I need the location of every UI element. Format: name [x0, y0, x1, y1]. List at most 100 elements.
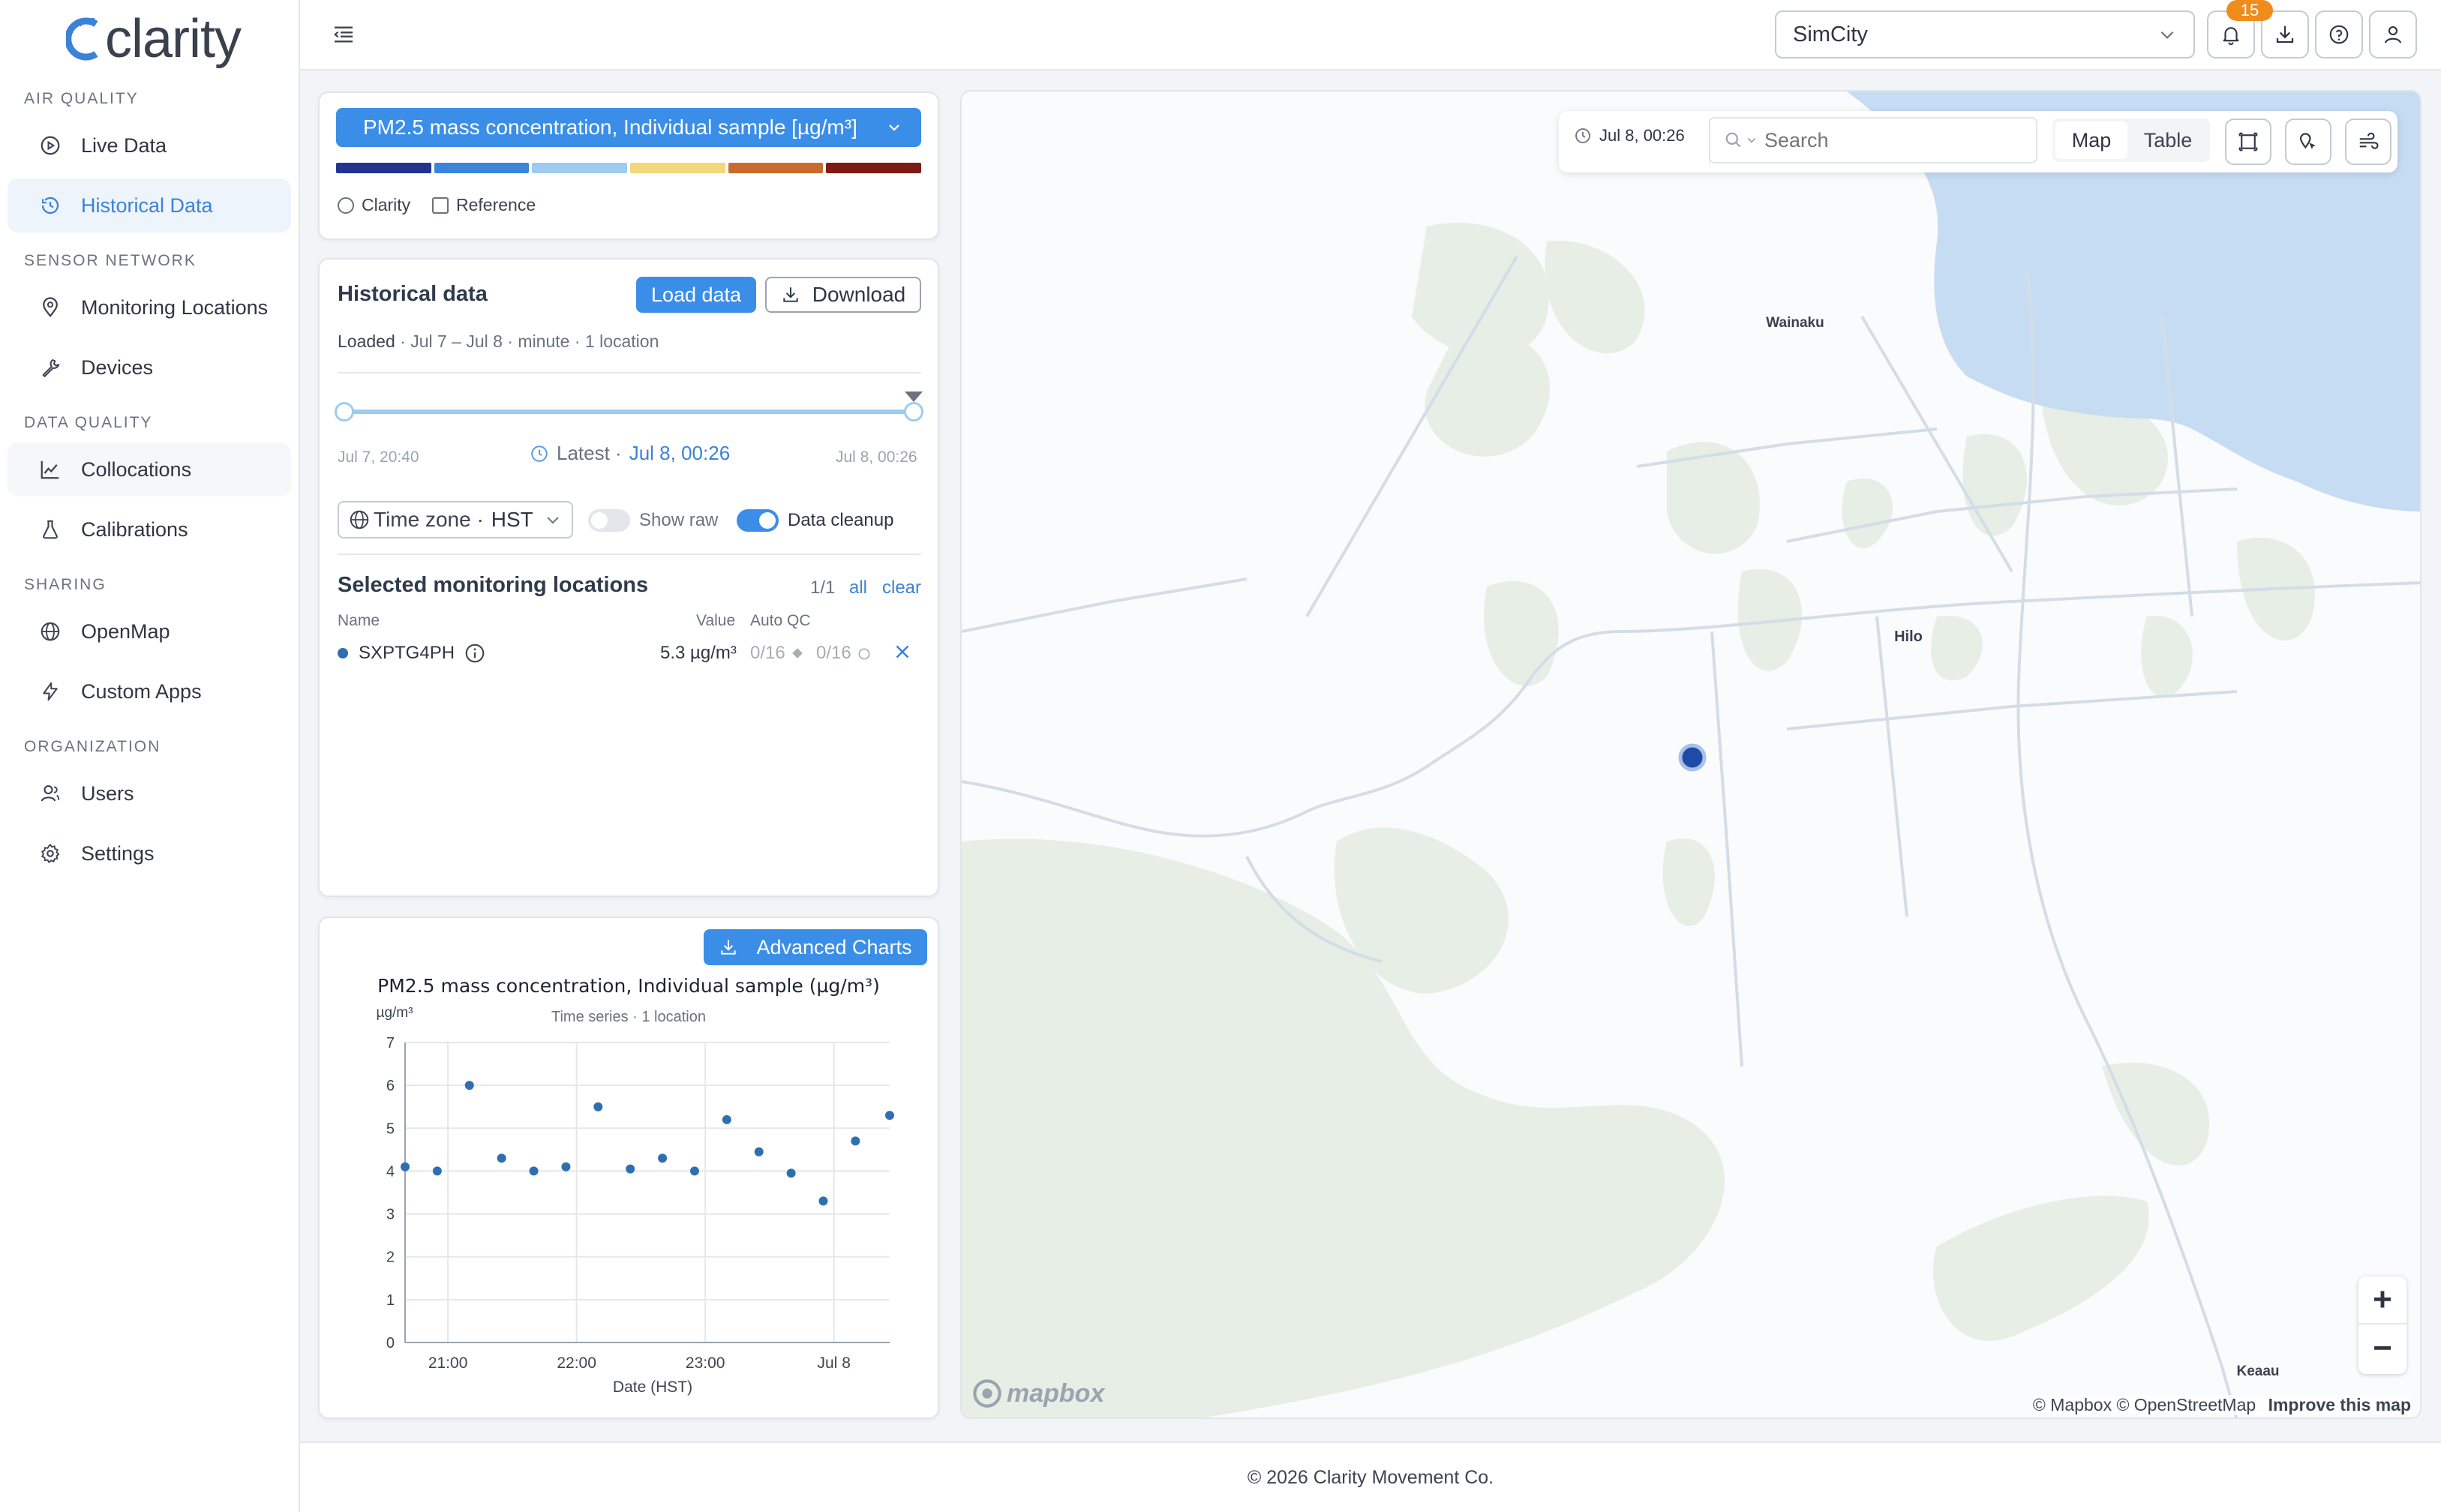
- help-circle-icon: [2329, 25, 2349, 44]
- sidebar-item-devices[interactable]: Devices: [8, 340, 291, 394]
- data-cleanup-label: Data cleanup: [788, 510, 894, 530]
- select-all-link[interactable]: all: [849, 578, 867, 598]
- source-reference-option[interactable]: Reference: [432, 195, 536, 215]
- menu-collapse-icon[interactable]: [332, 22, 356, 46]
- source-clarity-label: Clarity: [362, 195, 411, 214]
- users-icon: [41, 784, 60, 802]
- chart-data-point[interactable]: [851, 1136, 860, 1146]
- color-scale-segment: [728, 163, 824, 173]
- clarity-logo[interactable]: clarity: [66, 9, 242, 69]
- time-slider-track[interactable]: [344, 410, 914, 414]
- chart-data-point[interactable]: [497, 1154, 506, 1163]
- tab-table[interactable]: Table: [2129, 122, 2207, 159]
- place-label-wainaku: Wainaku: [1766, 315, 1824, 331]
- show-raw-toggle[interactable]: [588, 509, 630, 532]
- timezone-label: Time zone ·: [374, 508, 484, 531]
- timezone-value: HST: [491, 508, 533, 531]
- color-scale-segment: [826, 163, 922, 173]
- chart-data-point[interactable]: [626, 1164, 635, 1174]
- chart-data-point[interactable]: [885, 1111, 894, 1120]
- chart-y-tick-label: 6: [386, 1078, 395, 1094]
- metric-select[interactable]: PM2.5 mass concentration, Individual sam…: [336, 108, 921, 147]
- load-data-button[interactable]: Load data: [636, 277, 756, 313]
- color-scale-segment: [336, 163, 431, 173]
- chart-data-point[interactable]: [464, 1081, 474, 1090]
- data-cleanup-toggle[interactable]: [737, 509, 779, 532]
- zoom-in-button[interactable]: +: [2358, 1276, 2406, 1324]
- info-icon[interactable]: [464, 642, 486, 664]
- download-button[interactable]: Download: [765, 277, 921, 313]
- map-search-box[interactable]: [1709, 117, 2037, 164]
- chart-data-point[interactable]: [561, 1162, 571, 1172]
- sidebar-item-historical-data[interactable]: Historical Data: [8, 178, 291, 232]
- chart-data-point[interactable]: [722, 1114, 731, 1124]
- diamond-icon: [792, 648, 803, 658]
- zoom-out-button[interactable]: −: [2358, 1324, 2406, 1372]
- chart-data-point[interactable]: [818, 1196, 828, 1206]
- organization-select[interactable]: SimCity: [1775, 10, 2195, 58]
- chart-data-point[interactable]: [658, 1154, 668, 1163]
- map-canvas[interactable]: Wainaku Hilo Keaau: [962, 92, 2421, 1419]
- chart-data-point[interactable]: [689, 1166, 699, 1176]
- playhead-marker-icon: [905, 392, 923, 402]
- time-slider-start-handle[interactable]: [335, 402, 354, 422]
- account-button[interactable]: [2369, 10, 2417, 58]
- sidebar-item-live-data[interactable]: Live Data: [8, 118, 291, 172]
- show-raw-label: Show raw: [639, 510, 719, 530]
- wind-layers-icon: [2359, 132, 2379, 149]
- chart-y-tick-label: 5: [386, 1120, 395, 1137]
- improve-map-link[interactable]: Improve this map: [2268, 1395, 2411, 1414]
- chart-data-point[interactable]: [401, 1162, 410, 1172]
- sidebar-item-custom-apps[interactable]: Custom Apps: [8, 664, 291, 718]
- clock-icon: [1575, 128, 1590, 143]
- chart-data-point[interactable]: [432, 1166, 442, 1176]
- map-time-indicator[interactable]: Jul 8, 00:26: [1574, 126, 1685, 146]
- chart-data-point[interactable]: [529, 1166, 539, 1176]
- globe-icon: [350, 510, 369, 530]
- fit-bounds-button[interactable]: [2225, 118, 2271, 165]
- tab-map[interactable]: Map: [2055, 122, 2127, 159]
- place-label-hilo: Hilo: [1894, 628, 1923, 645]
- timezone-select[interactable]: Time zone · HST: [338, 501, 573, 538]
- clear-selection-link[interactable]: clear: [882, 578, 921, 598]
- load-status: Loaded: [338, 332, 395, 351]
- monitoring-location-marker[interactable]: [1678, 743, 1707, 772]
- chart-data-point[interactable]: [754, 1147, 764, 1156]
- sidebar-item-monitoring-locations[interactable]: Monitoring Locations: [8, 280, 291, 334]
- gear-icon: [41, 844, 60, 863]
- sidebar: clarity AIR QUALITY Live Data Historical…: [0, 0, 300, 1512]
- load-locations: 1 location: [584, 332, 659, 351]
- chart-grid: [404, 1042, 890, 1343]
- chart-data-point[interactable]: [786, 1168, 796, 1178]
- sidebar-item-label: Calibrations: [81, 518, 188, 541]
- help-button[interactable]: [2315, 10, 2363, 58]
- color-scale-legend: [336, 163, 922, 173]
- column-header-auto-qc: Auto QC: [750, 612, 811, 629]
- sidebar-item-settings[interactable]: Settings: [8, 826, 291, 880]
- sidebar-item-label: Historical Data: [81, 194, 213, 217]
- sidebar-item-collocations[interactable]: Collocations: [8, 442, 291, 496]
- chart-y-tick-label: 3: [386, 1207, 395, 1223]
- chevron-down-icon[interactable]: [1746, 135, 1757, 146]
- sidebar-item-calibrations[interactable]: Calibrations: [8, 502, 291, 556]
- sidebar-item-openmap[interactable]: OpenMap: [8, 604, 291, 658]
- attribution-text[interactable]: © Mapbox © OpenStreetMap: [2033, 1395, 2256, 1414]
- remove-location-icon[interactable]: [891, 640, 914, 663]
- footer: © 2026 Clarity Movement Co.: [300, 1442, 2441, 1512]
- search-icon: [1725, 132, 1741, 148]
- map-panel[interactable]: Wainaku Hilo Keaau mapbox © Mapbox © Ope…: [960, 90, 2421, 1419]
- time-slider-end-handle[interactable]: [904, 402, 923, 422]
- chart-y-tick-label: 4: [386, 1163, 395, 1180]
- advanced-charts-button[interactable]: Advanced Charts: [704, 929, 927, 965]
- sidebar-item-label: OpenMap: [81, 620, 170, 643]
- source-clarity-option[interactable]: Clarity: [338, 195, 410, 215]
- chevron-down-icon: [889, 124, 899, 131]
- toggle-knob: [591, 512, 608, 529]
- chart-y-tick-label: 2: [386, 1250, 395, 1266]
- chart-data-point[interactable]: [593, 1102, 603, 1112]
- map-layers-button[interactable]: [2345, 118, 2391, 165]
- sidebar-item-users[interactable]: Users: [8, 766, 291, 820]
- location-tools-button[interactable]: [2285, 118, 2331, 165]
- sidebar-item-label: Settings: [81, 842, 155, 865]
- map-search-input[interactable]: [1764, 128, 2019, 152]
